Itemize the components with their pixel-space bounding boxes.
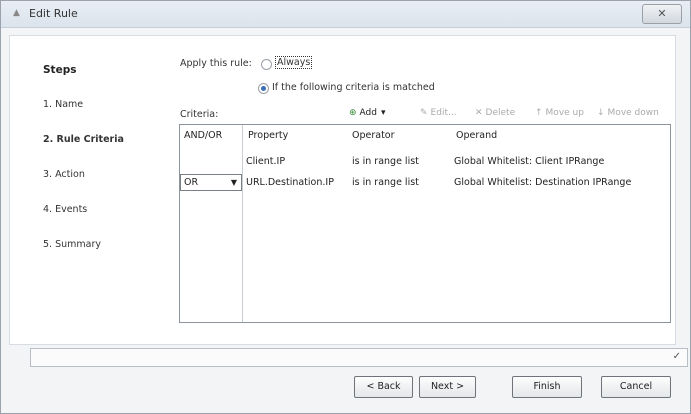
move-up-button[interactable]: ↑ Move up	[535, 108, 584, 118]
table-row[interactable]: Client.IP is in range list Global Whitel…	[180, 153, 670, 171]
cell-property: Client.IP	[246, 156, 286, 167]
andor-dropdown-value: OR	[184, 177, 199, 188]
next-button[interactable]: Next >	[419, 376, 476, 398]
status-bar: ✓	[30, 348, 688, 367]
arrow-up-icon: ↑	[535, 108, 543, 118]
title-bar: ▲ Edit Rule ✕	[1, 1, 690, 28]
radio-criteria-matched[interactable]	[258, 83, 269, 94]
col-header-operator[interactable]: Operator	[352, 130, 395, 141]
chevron-down-icon: ▾	[380, 108, 386, 118]
add-button[interactable]: ⊕ Add ▾	[349, 108, 386, 118]
step-events[interactable]: 4. Events	[43, 204, 87, 215]
steps-heading: Steps	[43, 64, 77, 76]
step-action[interactable]: 3. Action	[43, 169, 85, 180]
close-icon: ✕	[657, 7, 667, 20]
table-row[interactable]: OR ▼ URL.Destination.IP is in range list…	[180, 174, 670, 192]
radio-always[interactable]	[261, 59, 272, 70]
col-header-operand[interactable]: Operand	[456, 130, 497, 141]
apply-rule-label: Apply this rule:	[180, 58, 252, 69]
move-down-button[interactable]: ↓ Move down	[597, 108, 659, 118]
app-icon: ▲	[13, 8, 20, 18]
cell-operator: is in range list	[352, 177, 419, 188]
col-header-property[interactable]: Property	[248, 130, 288, 141]
chevron-down-icon: ▼	[230, 178, 237, 187]
step-name[interactable]: 1. Name	[43, 99, 83, 110]
back-button[interactable]: < Back	[354, 376, 413, 398]
check-icon: ✓	[672, 351, 681, 362]
criteria-grid[interactable]: AND/OR Property Operator Operand Client.…	[179, 124, 671, 323]
cell-operator: is in range list	[352, 156, 419, 167]
cell-property: URL.Destination.IP	[246, 177, 334, 188]
delete-button[interactable]: ✕ Delete	[475, 108, 515, 118]
andor-dropdown[interactable]: OR ▼	[180, 174, 242, 191]
edit-button[interactable]: ✎ Edit...	[420, 108, 457, 118]
window-title: Edit Rule	[29, 7, 78, 20]
radio-criteria-label[interactable]: If the following criteria is matched	[272, 82, 435, 93]
grid-header-row: AND/OR Property Operator Operand	[180, 127, 670, 145]
add-icon: ⊕	[349, 108, 357, 118]
finish-button[interactable]: Finish	[512, 376, 582, 398]
close-button[interactable]: ✕	[642, 4, 682, 24]
delete-icon: ✕	[475, 108, 483, 118]
cell-operand: Global Whitelist: Client IPRange	[454, 156, 605, 167]
step-rule-criteria[interactable]: 2. Rule Criteria	[43, 134, 124, 145]
radio-always-label[interactable]: Always	[275, 56, 313, 69]
col-header-andor[interactable]: AND/OR	[184, 130, 222, 141]
cancel-button[interactable]: Cancel	[601, 376, 671, 398]
arrow-down-icon: ↓	[597, 108, 605, 118]
step-summary[interactable]: 5. Summary	[43, 239, 101, 250]
pencil-icon: ✎	[420, 108, 428, 118]
edit-rule-dialog: ▲ Edit Rule ✕ Steps 1. Name 2. Rule Crit…	[0, 0, 691, 414]
cell-operand: Global Whitelist: Destination IPRange	[454, 177, 632, 188]
criteria-label: Criteria:	[180, 109, 219, 120]
